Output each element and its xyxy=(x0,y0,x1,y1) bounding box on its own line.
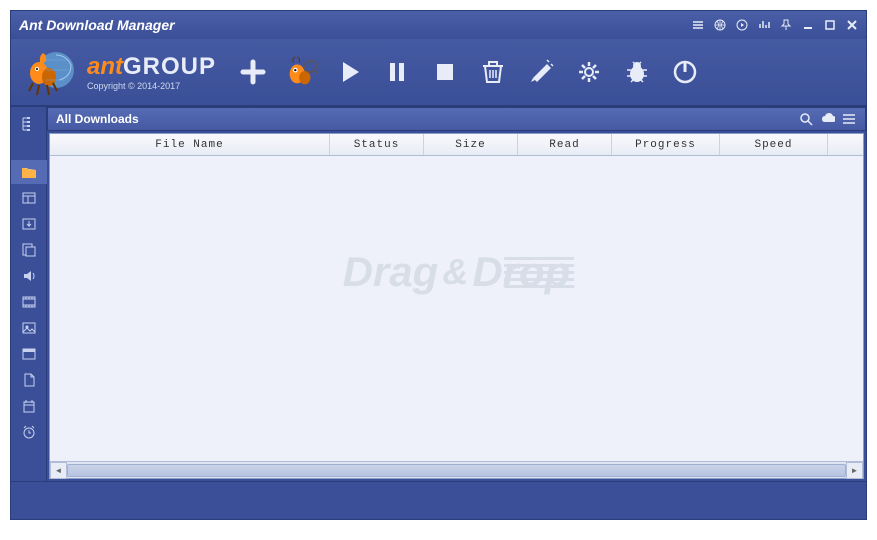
brand-group: GROUP xyxy=(123,53,216,80)
play-button[interactable] xyxy=(332,55,366,89)
power-button[interactable] xyxy=(668,55,702,89)
brand-copyright: Copyright © 2014-2017 xyxy=(87,81,216,91)
logo-area: antGROUP Copyright © 2014-2017 xyxy=(21,45,216,100)
table-header: File Name Status Size Read Progress Spee… xyxy=(50,134,863,156)
sidebar-page-icon[interactable] xyxy=(11,368,47,392)
watermark-amp: & xyxy=(442,251,468,293)
toolbar: antGROUP Copyright © 2014-2017 xyxy=(11,39,866,107)
drag-drop-watermark: Drag&Drop xyxy=(343,248,571,296)
stop-button[interactable] xyxy=(428,55,462,89)
col-filename[interactable]: File Name xyxy=(50,134,330,155)
category-title: All Downloads xyxy=(56,112,799,126)
category-header: All Downloads xyxy=(47,107,866,131)
sidebar-video-icon[interactable] xyxy=(11,290,47,314)
delete-button[interactable] xyxy=(476,55,510,89)
minimize-icon[interactable] xyxy=(802,19,814,31)
maximize-icon[interactable] xyxy=(824,19,836,31)
list-icon[interactable] xyxy=(843,112,857,126)
downloads-table: File Name Status Size Read Progress Spee… xyxy=(49,133,864,479)
brand-name: antGROUP xyxy=(87,53,216,81)
globe-icon[interactable] xyxy=(714,19,726,31)
sidebar-image-icon[interactable] xyxy=(11,316,47,340)
horizontal-scrollbar[interactable]: ◄ ► xyxy=(50,461,863,478)
scroll-left-button[interactable]: ◄ xyxy=(50,462,67,479)
toolbar-buttons xyxy=(236,55,702,89)
add-ant-button[interactable] xyxy=(284,55,318,89)
sidebar-archive-icon[interactable] xyxy=(11,186,47,210)
watermark-drag: Drag xyxy=(343,248,439,296)
col-speed[interactable]: Speed xyxy=(720,134,828,155)
statusbar xyxy=(11,481,866,519)
sidebar-scheduler-icon[interactable] xyxy=(11,394,47,418)
sidebar-alarm-icon[interactable] xyxy=(11,420,47,444)
pin-icon[interactable] xyxy=(780,19,792,31)
scroll-thumb[interactable] xyxy=(67,464,846,477)
col-status[interactable]: Status xyxy=(330,134,424,155)
body-area: All Downloads File Name Status Size Read… xyxy=(11,107,866,481)
sidebar xyxy=(11,107,47,481)
table-body[interactable]: Drag&Drop xyxy=(50,156,863,461)
app-window: Ant Download Manager xyxy=(10,10,867,520)
play-circle-icon[interactable] xyxy=(736,19,748,31)
main-panel: All Downloads File Name Status Size Read… xyxy=(47,107,866,481)
sidebar-download-icon[interactable] xyxy=(11,212,47,236)
equalizer-icon[interactable] xyxy=(758,19,770,31)
col-spacer xyxy=(828,134,863,155)
titlebar: Ant Download Manager xyxy=(11,11,866,39)
category-icons xyxy=(799,112,857,126)
sidebar-docs-icon[interactable] xyxy=(11,238,47,262)
col-progress[interactable]: Progress xyxy=(612,134,720,155)
cleanup-button[interactable] xyxy=(524,55,558,89)
close-icon[interactable] xyxy=(846,19,858,31)
scroll-right-button[interactable]: ► xyxy=(846,462,863,479)
cloud-icon[interactable] xyxy=(821,112,835,126)
ant-logo-icon xyxy=(21,45,81,100)
search-icon[interactable] xyxy=(799,112,813,126)
sidebar-audio-icon[interactable] xyxy=(11,264,47,288)
brand-ant: ant xyxy=(87,53,123,80)
add-button[interactable] xyxy=(236,55,270,89)
sidebar-tree-icon[interactable] xyxy=(11,112,47,136)
bug-button[interactable] xyxy=(620,55,654,89)
settings-button[interactable] xyxy=(572,55,606,89)
col-read[interactable]: Read xyxy=(518,134,612,155)
pause-button[interactable] xyxy=(380,55,414,89)
col-size[interactable]: Size xyxy=(424,134,518,155)
watermark-drop: Drop xyxy=(472,248,570,296)
sidebar-app-icon[interactable] xyxy=(11,342,47,366)
app-title: Ant Download Manager xyxy=(19,17,692,33)
sidebar-folder-icon[interactable] xyxy=(11,160,47,184)
menu-icon[interactable] xyxy=(692,19,704,31)
titlebar-icons xyxy=(692,19,858,31)
brand-text: antGROUP Copyright © 2014-2017 xyxy=(87,53,216,91)
